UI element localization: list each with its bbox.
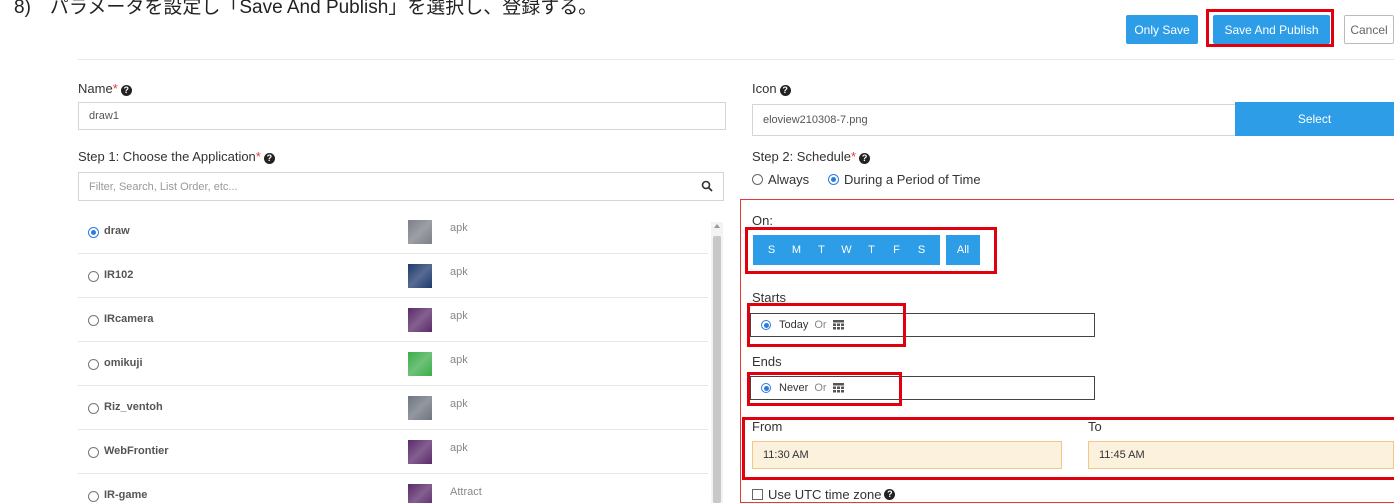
app-radio[interactable] <box>88 447 99 458</box>
app-type: apk <box>450 398 468 410</box>
app-list-item[interactable]: omikuji apk <box>78 342 708 386</box>
app-name: omikuji <box>104 357 143 369</box>
starts-today-radio[interactable] <box>761 320 771 330</box>
app-type: apk <box>450 354 468 366</box>
app-thumbnail-icon <box>408 220 432 244</box>
app-name: Riz_ventoh <box>104 401 163 413</box>
header-divider <box>78 59 1394 60</box>
name-input[interactable]: draw1 <box>78 102 726 130</box>
help-icon[interactable]: ? <box>859 153 871 164</box>
starts-field[interactable]: Today Or <box>750 313 1095 337</box>
app-thumbnail-icon <box>408 308 432 332</box>
weekday-buttons: SMTWTFS <box>753 235 940 265</box>
instruction-caption: 8) パラメータを設定し「Save And Publish」を選択し、登録する。 <box>14 0 598 18</box>
day-button[interactable]: M <box>787 244 806 256</box>
app-name: IR102 <box>104 269 134 281</box>
application-list: draw apk IR102 apk IRcamera apk omikuji apk Riz_… <box>78 210 708 503</box>
schedule-period-option[interactable]: During a Period of Time <box>828 172 981 187</box>
always-radio[interactable] <box>752 174 763 185</box>
utc-timezone-option[interactable]: Use UTC time zone? <box>752 487 896 502</box>
step1-label: Step 1: Choose the Application*? <box>78 149 275 164</box>
help-icon[interactable]: ? <box>120 85 132 96</box>
app-list-item[interactable]: IR102 apk <box>78 254 708 298</box>
app-type: Attract <box>450 486 482 498</box>
app-thumbnail-icon <box>408 396 432 420</box>
scrollbar-thumb[interactable] <box>713 236 721 503</box>
day-button[interactable]: T <box>862 244 881 256</box>
app-list-item[interactable]: IR-game Attract <box>78 474 708 503</box>
from-label: From <box>752 419 783 434</box>
day-selector: SMTWTFS All <box>753 235 980 265</box>
starts-label: Starts <box>752 290 786 305</box>
name-label: Name*? <box>78 81 132 96</box>
day-button[interactable]: F <box>887 244 906 256</box>
calendar-icon[interactable] <box>832 383 844 393</box>
help-icon[interactable]: ? <box>884 489 896 500</box>
app-thumbnail-icon <box>408 440 432 464</box>
app-radio[interactable] <box>88 403 99 414</box>
step2-label: Step 2: Schedule*? <box>752 149 871 164</box>
to-label: To <box>1088 419 1102 434</box>
app-radio[interactable] <box>88 491 99 502</box>
app-type: apk <box>450 442 468 454</box>
day-button[interactable]: W <box>837 244 856 256</box>
app-list-scrollbar[interactable] <box>711 222 723 503</box>
app-name: IR-game <box>104 489 148 501</box>
scroll-up-arrow-icon[interactable] <box>714 224 720 228</box>
app-list-item[interactable]: IRcamera apk <box>78 298 708 342</box>
to-time-input[interactable]: 11:45 AM <box>1088 441 1394 469</box>
schedule-always-option[interactable]: Always <box>752 172 809 187</box>
app-radio[interactable] <box>88 227 99 238</box>
app-search-input[interactable]: Filter, Search, List Order, etc... <box>78 172 724 201</box>
app-list-item[interactable]: Riz_ventoh apk <box>78 386 708 430</box>
icon-label: Icon? <box>752 81 791 96</box>
ends-never-radio[interactable] <box>761 383 771 393</box>
app-type: apk <box>450 266 468 278</box>
day-button[interactable]: S <box>912 244 931 256</box>
period-radio[interactable] <box>828 174 839 185</box>
day-button[interactable]: T <box>812 244 831 256</box>
ends-label: Ends <box>752 354 782 369</box>
help-icon[interactable]: ? <box>779 85 791 96</box>
app-type: apk <box>450 310 468 322</box>
calendar-icon[interactable] <box>832 320 844 330</box>
select-icon-button[interactable]: Select <box>1235 102 1394 136</box>
app-list-item[interactable]: draw apk <box>78 210 708 254</box>
app-thumbnail-icon <box>408 264 432 288</box>
help-icon[interactable]: ? <box>263 153 275 164</box>
app-name: WebFrontier <box>104 445 169 457</box>
save-and-publish-button[interactable]: Save And Publish <box>1213 15 1330 44</box>
day-all-button[interactable]: All <box>946 235 980 265</box>
app-radio[interactable] <box>88 359 99 370</box>
app-list-item[interactable]: WebFrontier apk <box>78 430 708 474</box>
utc-checkbox[interactable] <box>752 489 763 500</box>
app-name: IRcamera <box>104 313 154 325</box>
ends-field[interactable]: Never Or <box>750 376 1095 400</box>
app-radio[interactable] <box>88 315 99 326</box>
from-time-input[interactable]: 11:30 AM <box>752 441 1062 469</box>
day-button[interactable]: S <box>762 244 781 256</box>
icon-filename-input[interactable]: eloview210308-7.png <box>752 104 1236 136</box>
on-label: On: <box>752 213 773 228</box>
app-radio[interactable] <box>88 271 99 282</box>
app-thumbnail-icon <box>408 484 432 503</box>
app-type: apk <box>450 222 468 234</box>
search-icon[interactable] <box>701 180 713 192</box>
app-name: draw <box>104 225 130 237</box>
only-save-button[interactable]: Only Save <box>1126 15 1198 44</box>
app-thumbnail-icon <box>408 352 432 376</box>
cancel-button[interactable]: Cancel <box>1344 15 1394 44</box>
